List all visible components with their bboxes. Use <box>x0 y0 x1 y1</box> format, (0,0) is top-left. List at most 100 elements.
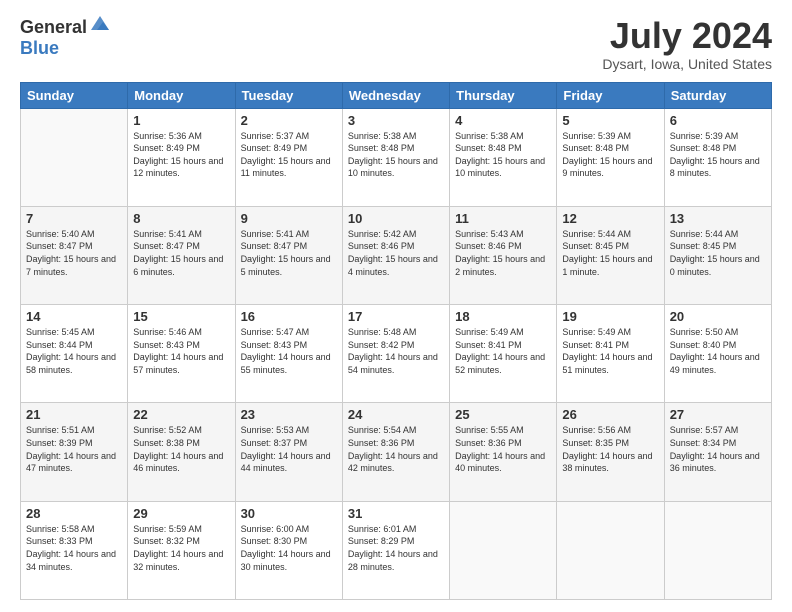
header-monday: Monday <box>128 82 235 108</box>
calendar-table: Sunday Monday Tuesday Wednesday Thursday… <box>20 82 772 600</box>
day-info: Sunrise: 5:39 AM Sunset: 8:48 PM Dayligh… <box>670 130 766 180</box>
day-number: 15 <box>133 309 229 324</box>
day-number: 3 <box>348 113 444 128</box>
day-info: Sunrise: 5:45 AM Sunset: 8:44 PM Dayligh… <box>26 326 122 376</box>
table-row: 21Sunrise: 5:51 AM Sunset: 8:39 PM Dayli… <box>21 403 128 501</box>
day-number: 7 <box>26 211 122 226</box>
day-number: 10 <box>348 211 444 226</box>
table-row: 14Sunrise: 5:45 AM Sunset: 8:44 PM Dayli… <box>21 305 128 403</box>
table-row: 3 Sunrise: 5:38 AM Sunset: 8:48 PM Daylig… <box>342 108 449 206</box>
day-info: Sunrise: 5:38 AM Sunset: 8:48 PM Dayligh… <box>455 130 551 180</box>
day-info: Sunrise: 5:38 AM Sunset: 8:48 PM Dayligh… <box>348 130 444 180</box>
day-info: Sunrise: 5:55 AM Sunset: 8:36 PM Dayligh… <box>455 424 551 474</box>
day-info: Sunrise: 5:53 AM Sunset: 8:37 PM Dayligh… <box>241 424 337 474</box>
day-number: 25 <box>455 407 551 422</box>
header-tuesday: Tuesday <box>235 82 342 108</box>
day-info: Sunrise: 5:57 AM Sunset: 8:34 PM Dayligh… <box>670 424 766 474</box>
day-number: 17 <box>348 309 444 324</box>
day-info: Sunrise: 5:51 AM Sunset: 8:39 PM Dayligh… <box>26 424 122 474</box>
day-info: Sunrise: 5:39 AM Sunset: 8:48 PM Dayligh… <box>562 130 658 180</box>
calendar-header-row: Sunday Monday Tuesday Wednesday Thursday… <box>21 82 772 108</box>
main-title: July 2024 <box>602 16 772 56</box>
day-number: 19 <box>562 309 658 324</box>
table-row: 22 Sunrise: 5:52 AM Sunset: 8:38 PM Dayli… <box>128 403 235 501</box>
day-number: 23 <box>241 407 337 422</box>
day-info: Sunrise: 5:44 AM Sunset: 8:45 PM Dayligh… <box>670 228 766 278</box>
header-wednesday: Wednesday <box>342 82 449 108</box>
table-row <box>450 501 557 599</box>
day-number: 6 <box>670 113 766 128</box>
day-info: Sunrise: 5:46 AM Sunset: 8:43 PM Dayligh… <box>133 326 229 376</box>
day-number: 26 <box>562 407 658 422</box>
day-number: 12 <box>562 211 658 226</box>
day-info: Sunrise: 6:01 AM Sunset: 8:29 PM Dayligh… <box>348 523 444 573</box>
table-row <box>21 108 128 206</box>
calendar-week-row: 21Sunrise: 5:51 AM Sunset: 8:39 PM Dayli… <box>21 403 772 501</box>
day-info: Sunrise: 6:00 AM Sunset: 8:30 PM Dayligh… <box>241 523 337 573</box>
calendar-week-row: 1Sunrise: 5:36 AM Sunset: 8:49 PM Daylig… <box>21 108 772 206</box>
day-info: Sunrise: 5:52 AM Sunset: 8:38 PM Dayligh… <box>133 424 229 474</box>
day-number: 4 <box>455 113 551 128</box>
table-row: 9 Sunrise: 5:41 AM Sunset: 8:47 PM Daylig… <box>235 206 342 304</box>
header-saturday: Saturday <box>664 82 771 108</box>
table-row: 7 Sunrise: 5:40 AM Sunset: 8:47 PM Daylig… <box>21 206 128 304</box>
table-row: 30Sunrise: 6:00 AM Sunset: 8:30 PM Dayli… <box>235 501 342 599</box>
day-number: 13 <box>670 211 766 226</box>
header: General Blue July 2024 Dysart, Iowa, Uni… <box>20 16 772 72</box>
table-row: 19Sunrise: 5:49 AM Sunset: 8:41 PM Dayli… <box>557 305 664 403</box>
day-info: Sunrise: 5:37 AM Sunset: 8:49 PM Dayligh… <box>241 130 337 180</box>
table-row: 5Sunrise: 5:39 AM Sunset: 8:48 PM Daylig… <box>557 108 664 206</box>
table-row: 17 Sunrise: 5:48 AM Sunset: 8:42 PM Dayli… <box>342 305 449 403</box>
table-row: 26Sunrise: 5:56 AM Sunset: 8:35 PM Dayli… <box>557 403 664 501</box>
subtitle: Dysart, Iowa, United States <box>602 56 772 72</box>
day-info: Sunrise: 5:54 AM Sunset: 8:36 PM Dayligh… <box>348 424 444 474</box>
day-info: Sunrise: 5:58 AM Sunset: 8:33 PM Dayligh… <box>26 523 122 573</box>
day-info: Sunrise: 5:41 AM Sunset: 8:47 PM Dayligh… <box>241 228 337 278</box>
title-section: July 2024 Dysart, Iowa, United States <box>602 16 772 72</box>
table-row: 24 Sunrise: 5:54 AM Sunset: 8:36 PM Dayli… <box>342 403 449 501</box>
day-info: Sunrise: 5:59 AM Sunset: 8:32 PM Dayligh… <box>133 523 229 573</box>
logo: General Blue <box>20 16 111 59</box>
table-row: 18 Sunrise: 5:49 AM Sunset: 8:41 PM Dayli… <box>450 305 557 403</box>
day-number: 24 <box>348 407 444 422</box>
day-number: 29 <box>133 506 229 521</box>
day-info: Sunrise: 5:48 AM Sunset: 8:42 PM Dayligh… <box>348 326 444 376</box>
day-number: 22 <box>133 407 229 422</box>
table-row: 1Sunrise: 5:36 AM Sunset: 8:49 PM Daylig… <box>128 108 235 206</box>
day-number: 2 <box>241 113 337 128</box>
table-row: 29 Sunrise: 5:59 AM Sunset: 8:32 PM Dayli… <box>128 501 235 599</box>
table-row: 10 Sunrise: 5:42 AM Sunset: 8:46 PM Dayli… <box>342 206 449 304</box>
day-info: Sunrise: 5:43 AM Sunset: 8:46 PM Dayligh… <box>455 228 551 278</box>
day-info: Sunrise: 5:49 AM Sunset: 8:41 PM Dayligh… <box>455 326 551 376</box>
table-row: 6 Sunrise: 5:39 AM Sunset: 8:48 PM Daylig… <box>664 108 771 206</box>
logo-blue: Blue <box>20 38 59 58</box>
day-number: 1 <box>133 113 229 128</box>
table-row <box>664 501 771 599</box>
day-info: Sunrise: 5:40 AM Sunset: 8:47 PM Dayligh… <box>26 228 122 278</box>
table-row: 13 Sunrise: 5:44 AM Sunset: 8:45 PM Dayli… <box>664 206 771 304</box>
table-row: 23 Sunrise: 5:53 AM Sunset: 8:37 PM Dayli… <box>235 403 342 501</box>
table-row: 12Sunrise: 5:44 AM Sunset: 8:45 PM Dayli… <box>557 206 664 304</box>
logo-general: General <box>20 17 87 38</box>
day-number: 8 <box>133 211 229 226</box>
header-thursday: Thursday <box>450 82 557 108</box>
table-row: 31 Sunrise: 6:01 AM Sunset: 8:29 PM Dayli… <box>342 501 449 599</box>
calendar-week-row: 7 Sunrise: 5:40 AM Sunset: 8:47 PM Daylig… <box>21 206 772 304</box>
calendar-week-row: 14Sunrise: 5:45 AM Sunset: 8:44 PM Dayli… <box>21 305 772 403</box>
table-row: 20Sunrise: 5:50 AM Sunset: 8:40 PM Dayli… <box>664 305 771 403</box>
day-number: 16 <box>241 309 337 324</box>
day-number: 9 <box>241 211 337 226</box>
day-number: 20 <box>670 309 766 324</box>
table-row: 2 Sunrise: 5:37 AM Sunset: 8:49 PM Daylig… <box>235 108 342 206</box>
page: General Blue July 2024 Dysart, Iowa, Uni… <box>0 0 792 612</box>
table-row: 28 Sunrise: 5:58 AM Sunset: 8:33 PM Dayli… <box>21 501 128 599</box>
day-info: Sunrise: 5:42 AM Sunset: 8:46 PM Dayligh… <box>348 228 444 278</box>
logo-icon <box>89 12 111 34</box>
table-row: 11Sunrise: 5:43 AM Sunset: 8:46 PM Dayli… <box>450 206 557 304</box>
table-row: 4 Sunrise: 5:38 AM Sunset: 8:48 PM Daylig… <box>450 108 557 206</box>
day-number: 18 <box>455 309 551 324</box>
table-row: 16Sunrise: 5:47 AM Sunset: 8:43 PM Dayli… <box>235 305 342 403</box>
day-number: 28 <box>26 506 122 521</box>
table-row <box>557 501 664 599</box>
day-number: 31 <box>348 506 444 521</box>
